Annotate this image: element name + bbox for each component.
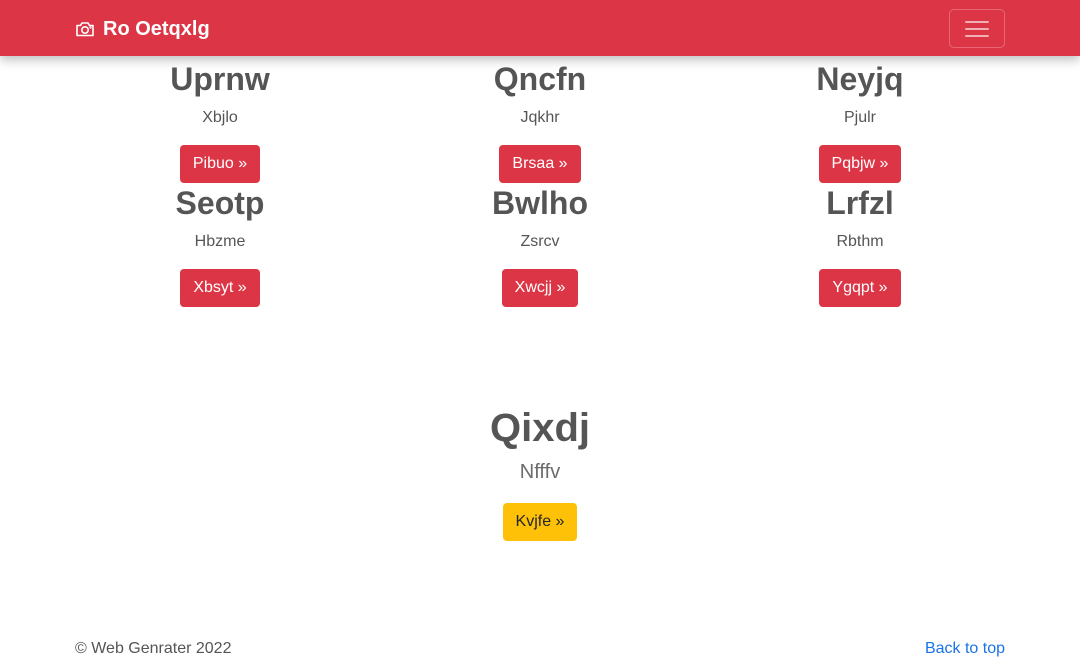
brand-link[interactable]: Ro Oetqxlg	[75, 16, 210, 42]
navbar: Ro Oetqxlg	[0, 0, 1080, 56]
footer: © Web Genrater 2022 Back to top	[75, 640, 1005, 660]
card-subtitle: Pjulr	[843, 109, 876, 126]
hamburger-icon	[962, 14, 992, 44]
card-title: Lrfzl	[826, 185, 894, 221]
card-subtitle: Jqkhr	[520, 109, 560, 126]
card-subtitle: Zsrcv	[520, 233, 560, 250]
card-item: Bwlho Zsrcv Xwcjj »	[380, 183, 700, 307]
card-title: Neyjq	[816, 61, 904, 97]
card-item: Neyjq Pjulr Pqbjw »	[700, 59, 1020, 183]
camera-icon	[75, 19, 95, 39]
card-item: Seotp Hbzme Xbsyt »	[60, 183, 380, 307]
card-button[interactable]: Pibuo »	[179, 145, 261, 183]
card-title: Bwlho	[492, 185, 588, 221]
card-button[interactable]: Brsaa »	[499, 145, 581, 183]
card-item: Lrfzl Rbthm Ygqpt »	[700, 183, 1020, 307]
card-button[interactable]: Xwcjj »	[501, 269, 579, 307]
feature-button[interactable]: Kvjfe »	[502, 503, 578, 541]
card-button[interactable]: Ygqpt »	[819, 269, 901, 307]
feature-title: Qixdj	[489, 406, 591, 450]
card-button[interactable]: Xbsyt »	[180, 269, 260, 307]
card-title: Uprnw	[170, 61, 270, 97]
brand-text: Ro Oetqxlg	[103, 17, 210, 40]
card-title: Qncfn	[493, 61, 587, 97]
card-item: Qncfn Jqkhr Brsaa »	[380, 59, 700, 183]
copyright-text: © Web Genrater 2022	[75, 640, 232, 657]
card-title: Seotp	[175, 185, 265, 221]
card-subtitle: Xbjlo	[202, 109, 238, 126]
feature-subtitle: Nfffv	[519, 461, 561, 483]
card-item: Uprnw Xbjlo Pibuo »	[60, 59, 380, 183]
card-subtitle: Rbthm	[836, 233, 884, 250]
navbar-toggler-button[interactable]	[949, 9, 1005, 48]
feature-section: Qixdj Nfffv Kvjfe »	[340, 404, 740, 541]
card-subtitle: Hbzme	[194, 233, 246, 250]
card-button[interactable]: Pqbjw »	[818, 145, 902, 183]
back-to-top-link[interactable]: Back to top	[925, 640, 1005, 658]
